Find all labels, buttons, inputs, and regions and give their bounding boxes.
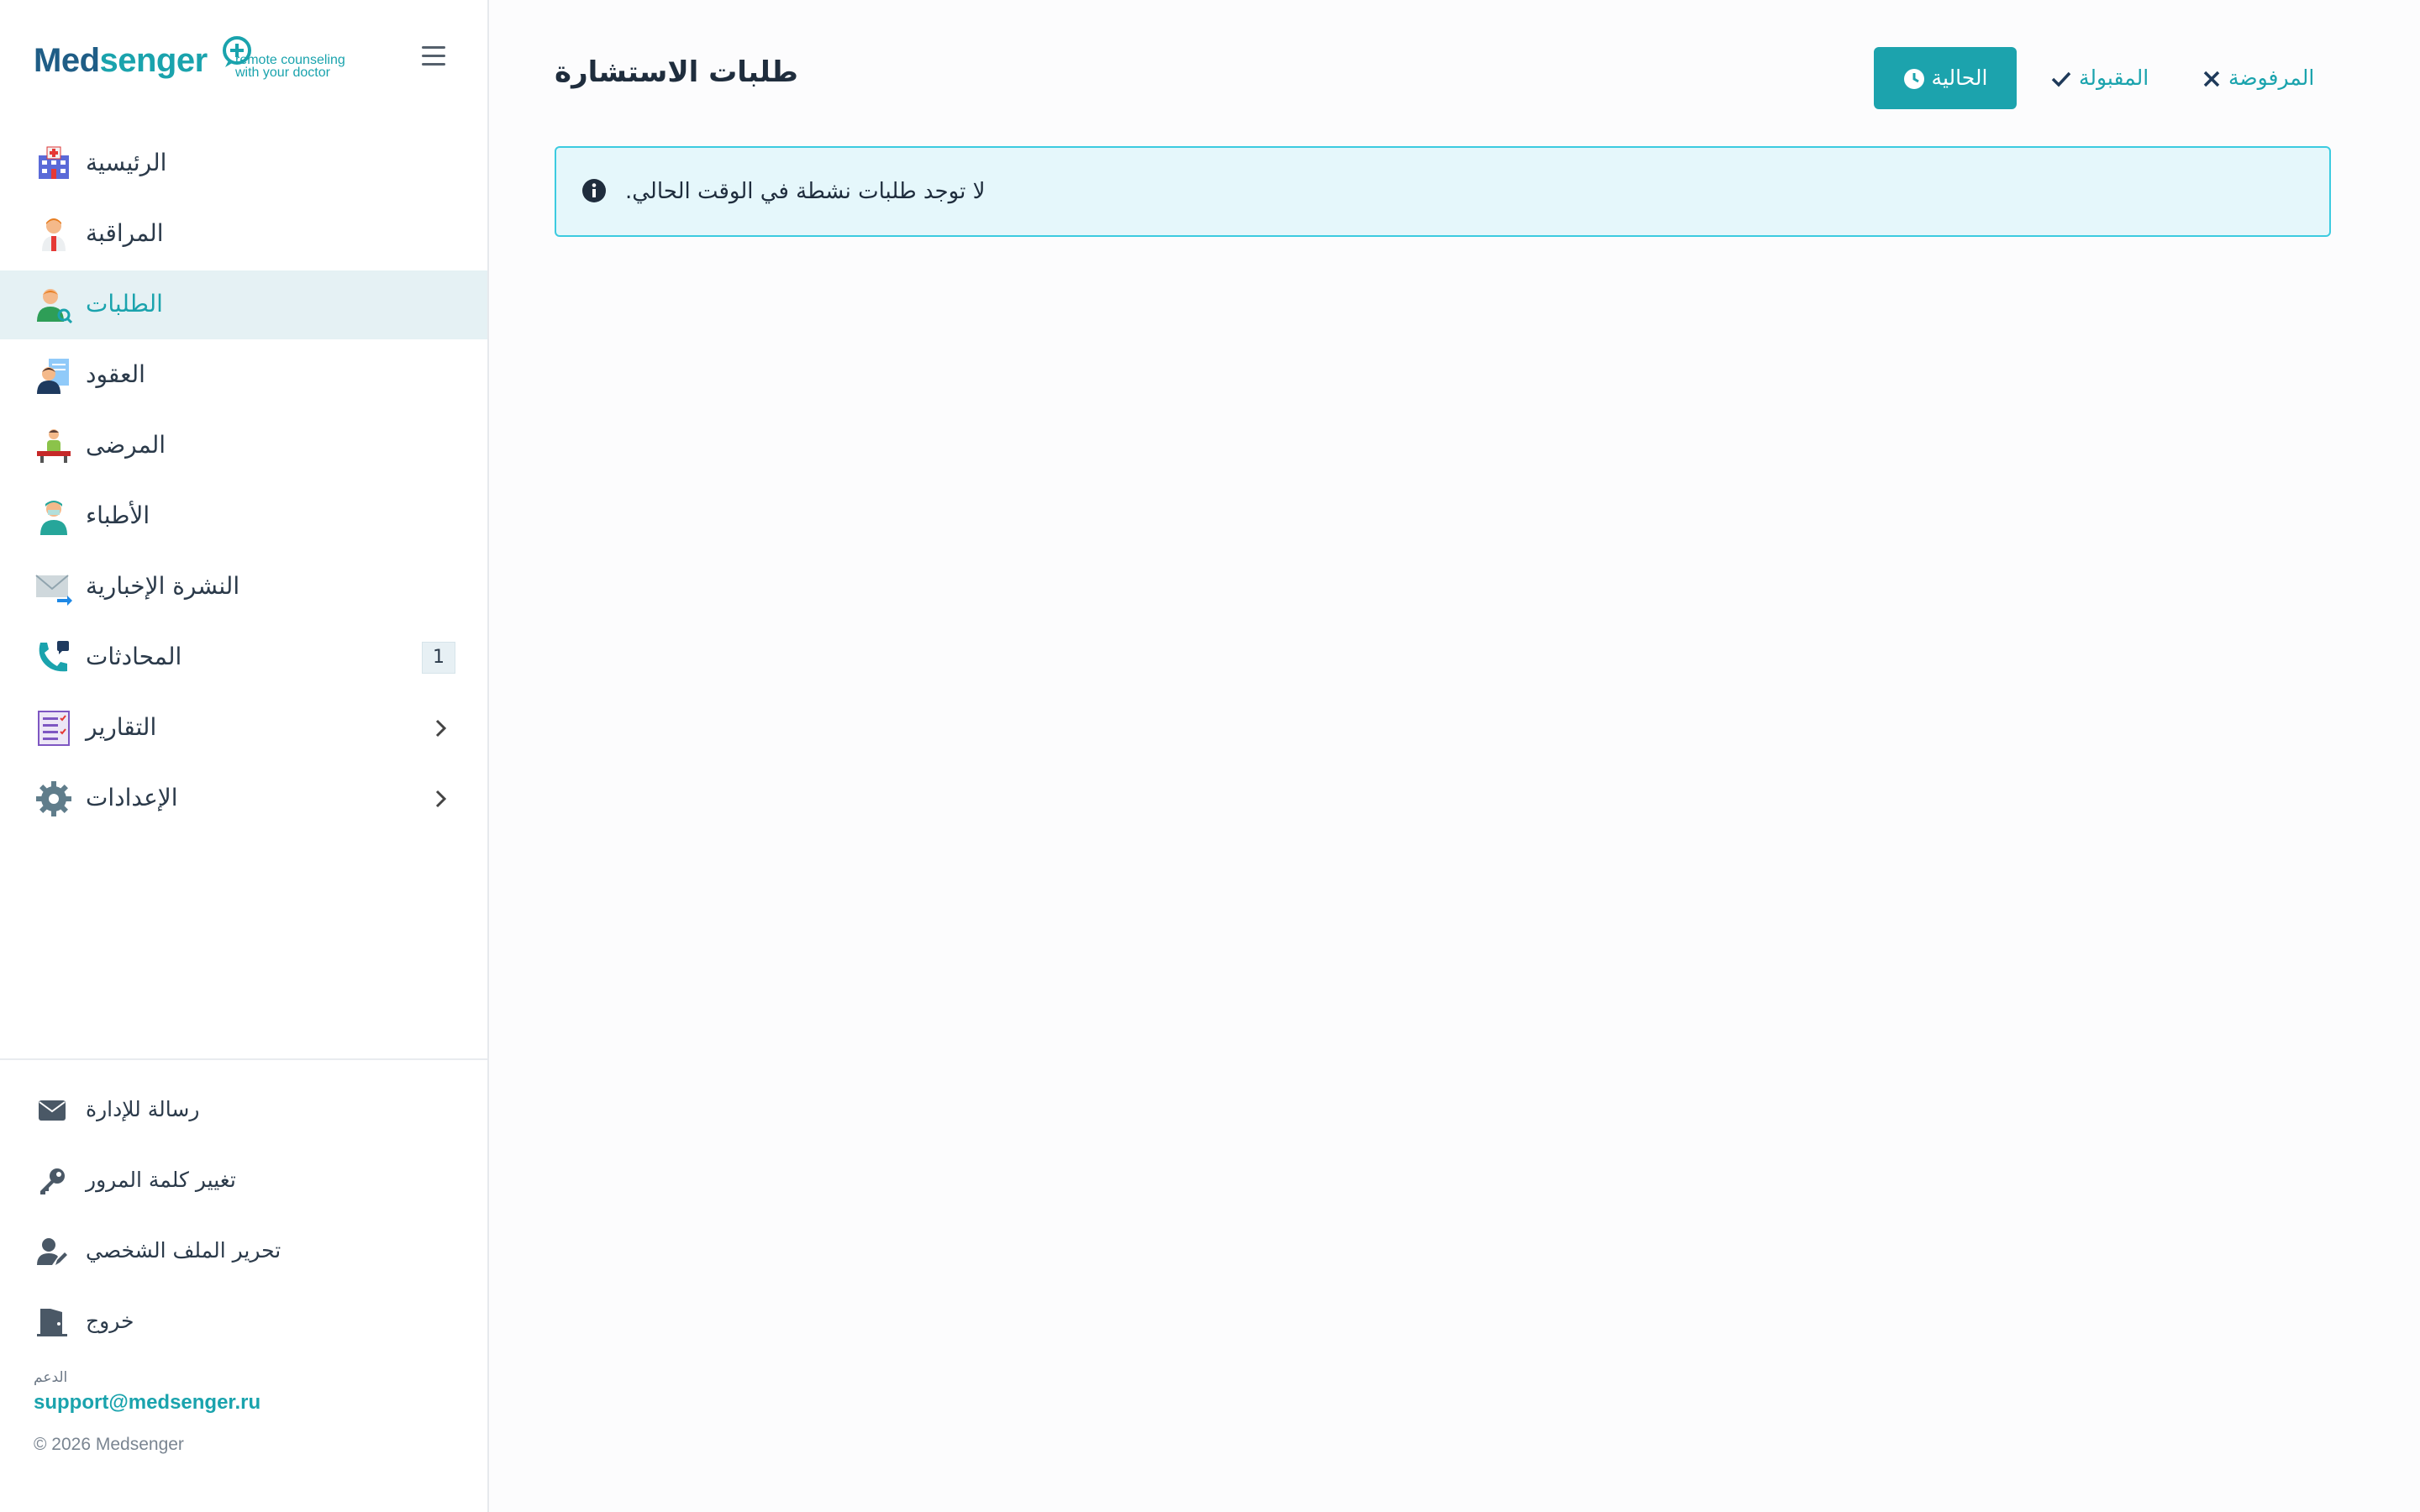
door-icon [37, 1309, 67, 1336]
unread-count-badge: 1 [422, 642, 455, 674]
sidebar-item-patients[interactable]: المرضى [0, 412, 487, 480]
phone-icon [39, 641, 69, 672]
contracts-icon [37, 359, 69, 394]
sidebar-item-settings[interactable]: الإعدادات [0, 764, 487, 833]
request-filter-group: الحالية المقبولة المرفوضة [1874, 47, 2336, 109]
filter-accepted-button[interactable]: المقبولة [2050, 47, 2185, 109]
envelope-icon [39, 1100, 66, 1121]
sidebar-item-home[interactable]: الرئيسية [0, 129, 487, 198]
requests-icon [37, 289, 72, 323]
filter-rejected-label: المرفوضة [2228, 66, 2315, 90]
key-icon [40, 1168, 65, 1194]
edit-profile-label: تحرير الملف الشخصي [86, 1238, 281, 1263]
chevron-right-icon[interactable] [430, 717, 450, 739]
sidebar-item-contracts[interactable]: العقود [0, 341, 487, 410]
sidebar-item-requests[interactable]: الطلبات [0, 270, 487, 339]
sidebar-item-conversations[interactable]: المحادثات 1 [0, 623, 487, 692]
logout-link[interactable]: خروج [0, 1287, 487, 1357]
menu-toggle-button[interactable] [422, 46, 445, 66]
filter-current-button[interactable]: الحالية [1874, 47, 2017, 109]
edit-profile-link[interactable]: تحرير الملف الشخصي [0, 1216, 487, 1287]
logout-label: خروج [86, 1309, 134, 1333]
filter-current-label: الحالية [1931, 66, 1988, 90]
sidebar-item-label: الطلبات [86, 290, 163, 318]
sidebar-item-label: المحادثات [86, 643, 182, 670]
doctor-icon [42, 218, 66, 251]
clock-icon [1903, 69, 1924, 89]
info-icon [582, 179, 606, 202]
sidebar-item-label: الأطباء [86, 501, 150, 529]
support-email-link[interactable]: support@medsenger.ru [34, 1391, 260, 1415]
reports-icon [38, 711, 70, 746]
brand-tagline: remote counseling with your doctor [235, 53, 345, 80]
alert-message: .لا توجد طلبات نشطة في الوقت الحالي [625, 179, 986, 204]
sidebar-bottom-nav: رسالة للإدارة تغيير كلمة المرور تحرير ال… [0, 1075, 487, 1357]
sidebar-item-reports[interactable]: التقارير [0, 694, 487, 763]
sidebar-item-label: النشرة الإخبارية [86, 572, 240, 600]
sidebar-item-label: الإعدادات [86, 784, 178, 811]
support-title: الدعم [34, 1369, 68, 1386]
message-admin-label: رسالة للإدارة [86, 1097, 200, 1121]
close-icon [2203, 71, 2220, 87]
sidebar-divider [0, 1058, 487, 1060]
check-icon [2051, 71, 2071, 87]
sidebar-item-doctors[interactable]: الأطباء [0, 482, 487, 551]
sidebar-item-label: المراقبة [86, 219, 164, 247]
no-requests-alert: .لا توجد طلبات نشطة في الوقت الحالي [555, 146, 2331, 237]
sidebar-nav: الرئيسية المراقبة الطلبات العقود المرضى … [0, 129, 487, 835]
sidebar-item-label: التقارير [86, 713, 157, 741]
brand-name: Medsenger [34, 42, 208, 79]
hospital-icon [39, 146, 69, 179]
filter-accepted-label: المقبولة [2079, 66, 2149, 90]
sidebar-item-newsletter[interactable]: النشرة الإخبارية [0, 553, 487, 622]
brand-logo[interactable]: Medsenger remote counseling with your do… [34, 34, 353, 84]
filter-rejected-button[interactable]: المرفوضة [2202, 47, 2336, 109]
change-password-label: تغيير كلمة المرور [86, 1168, 236, 1192]
sidebar-item-label: المرضى [86, 431, 166, 459]
sidebar-item-label: العقود [86, 360, 145, 388]
sidebar-item-label: الرئيسية [86, 149, 167, 176]
change-password-link[interactable]: تغيير كلمة المرور [0, 1146, 487, 1216]
gear-icon [36, 781, 71, 816]
sidebar: Medsenger remote counseling with your do… [0, 0, 489, 1512]
patients-icon [37, 429, 71, 463]
newsletter-icon [35, 575, 72, 606]
message-admin-link[interactable]: رسالة للإدارة [0, 1075, 487, 1146]
page-title: طلبات الاستشارة [555, 55, 798, 89]
doctors-icon [40, 501, 67, 535]
chevron-right-icon[interactable] [430, 788, 450, 810]
user-edit-icon [37, 1238, 67, 1265]
copyright: © 2026 Medsenger [34, 1435, 184, 1454]
sidebar-item-monitoring[interactable]: المراقبة [0, 200, 487, 269]
